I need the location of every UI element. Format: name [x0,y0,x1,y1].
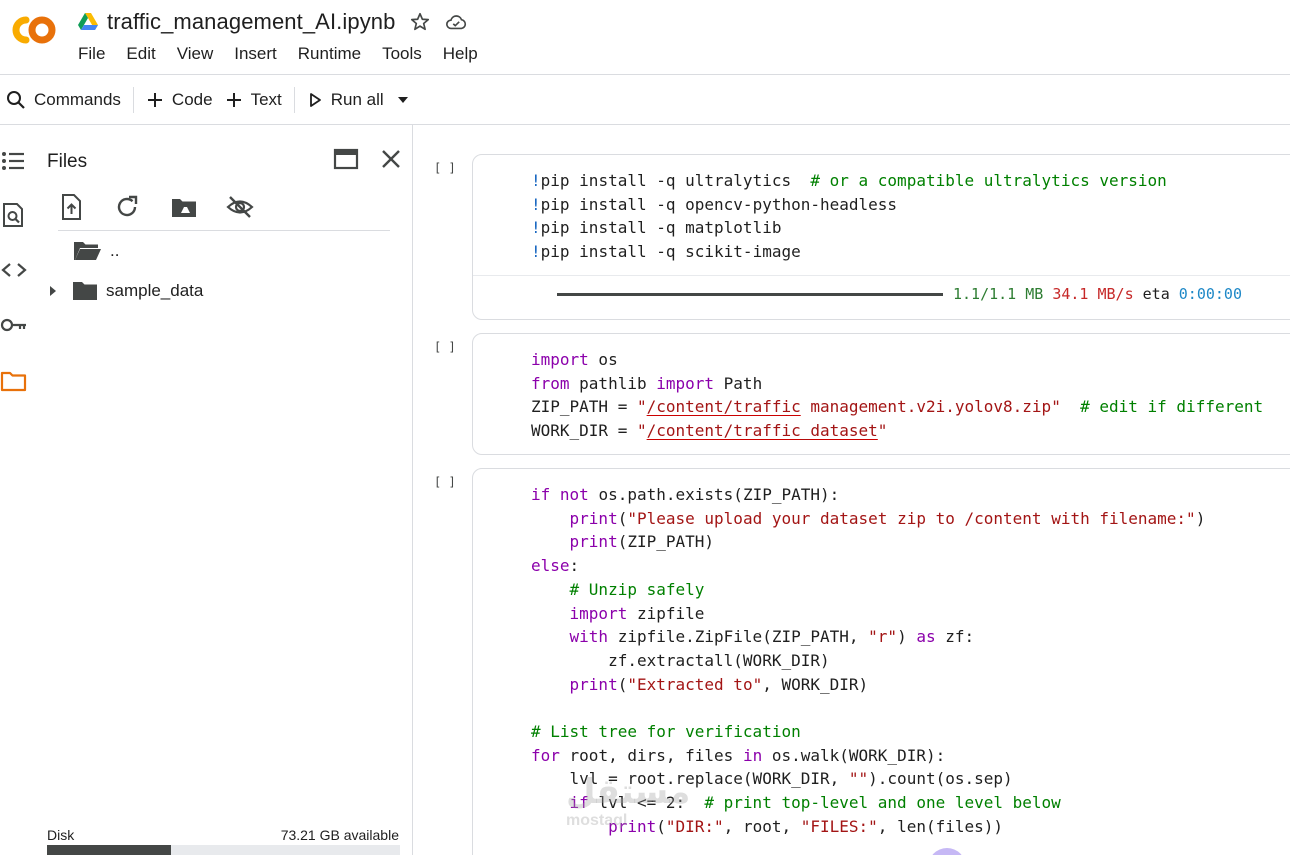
colab-logo-icon[interactable] [6,12,58,48]
code-label: Code [171,89,213,109]
play-icon [309,92,321,107]
cell-run-button[interactable]: [ ] [434,161,456,175]
code-editor[interactable]: !pip install -q ultralytics # or a compa… [531,169,1167,264]
open-in-tab-icon[interactable] [332,145,360,173]
plus-icon [147,92,162,107]
caret-right-icon[interactable] [46,284,60,298]
notebook-area: [ ] !pip install -q ultralytics # or a c… [414,125,1290,855]
code-cell[interactable]: if not os.path.exists(ZIP_PATH): print("… [472,468,1290,855]
hide-hidden-files-icon[interactable] [226,193,254,221]
text-label: Text [250,89,282,109]
search-icon [7,90,25,109]
folder-icon [73,282,97,300]
star-icon[interactable] [409,11,431,33]
close-icon[interactable] [377,145,405,173]
menu-bar: File Edit View Insert Runtime Tools Help [78,44,499,64]
find-replace-icon[interactable] [0,201,28,229]
run-all-label: Run all [330,89,384,109]
files-panel-title: Files [47,151,88,172]
menu-view[interactable]: View [177,44,214,64]
parent-folder-label: .. [110,241,120,260]
eta-label: eta [1142,285,1170,303]
menu-insert[interactable]: Insert [234,44,277,64]
disk-usage-bar [47,845,400,855]
disk-usage-fill [47,845,171,855]
download-size: 1.1/1.1 MB [953,285,1044,303]
left-rail [0,125,36,855]
mount-drive-icon[interactable] [170,193,198,221]
menu-help[interactable]: Help [443,44,478,64]
commands-label: Commands [34,89,121,109]
code-snippets-icon[interactable] [0,256,28,284]
code-cell[interactable]: !pip install -q ultralytics # or a compa… [472,154,1290,320]
notebook-title[interactable]: traffic_management_AI.ipynb [107,9,395,35]
menu-edit[interactable]: Edit [126,44,155,64]
output-divider [473,275,1290,276]
code-editor[interactable]: if not os.path.exists(ZIP_PATH): print("… [531,483,1205,839]
header: traffic_management_AI.ipynb File Edit Vi… [0,0,1290,74]
cell-run-button[interactable]: [ ] [434,475,456,489]
plus-icon [226,92,241,107]
commands-button[interactable]: Commands [0,83,127,117]
toolbar-divider [293,86,295,113]
eta-value: 0:00:00 [1178,285,1242,303]
code-cell[interactable]: import os from pathlib import Path ZIP_P… [472,333,1290,455]
secrets-key-icon[interactable] [0,311,28,339]
refresh-icon[interactable] [113,193,141,221]
menu-tools[interactable]: Tools [382,44,422,64]
upload-file-icon[interactable] [58,193,86,221]
download-progress-bar [557,292,943,296]
table-of-contents-icon[interactable] [0,147,28,175]
menu-file[interactable]: File [78,44,105,64]
folder-label: sample_data [106,281,204,300]
disk-available: 73.21 GB available [280,827,399,843]
add-code-button[interactable]: Code [140,83,219,117]
menu-runtime[interactable]: Runtime [298,44,361,64]
toolbar: Commands Code Text Run all [0,74,1290,125]
files-folder-icon[interactable] [0,367,28,395]
tree-row-parent[interactable]: .. [46,237,119,265]
files-actions [58,191,390,231]
caret-down-icon [397,96,408,103]
cell-run-button[interactable]: [ ] [434,340,456,354]
run-all-button[interactable]: Run all [301,83,390,117]
google-drive-icon[interactable] [78,13,98,31]
files-panel: Files .. sample_data Disk 73.21 GB avail… [36,125,413,855]
disk-label: Disk [47,827,75,843]
download-speed: 34.1 MB/s [1052,285,1134,303]
folder-open-icon [74,242,101,260]
cloud-saved-icon[interactable] [445,11,467,33]
toolbar-divider [132,86,134,113]
cell-output: 1.1/1.1 MB 34.1 MB/s eta 0:00:00 [557,285,1242,303]
run-all-dropdown[interactable] [390,83,424,117]
code-editor[interactable]: import os from pathlib import Path ZIP_P… [531,348,1263,443]
tree-row-sample-data[interactable]: sample_data [46,277,203,305]
add-text-button[interactable]: Text [219,83,288,117]
